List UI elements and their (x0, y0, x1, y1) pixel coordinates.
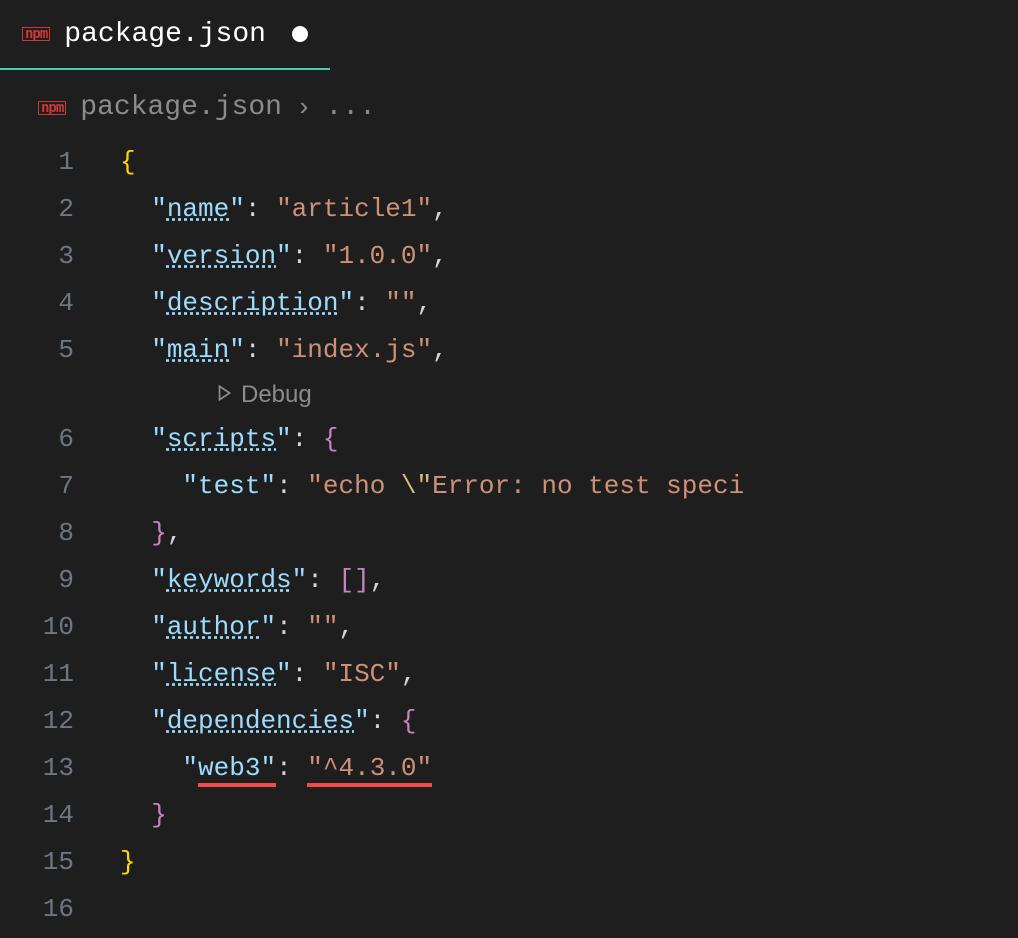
line-number: 6 (0, 416, 120, 463)
npm-icon: npm (22, 27, 50, 41)
line-number: 14 (0, 792, 120, 839)
line-number: 1 (0, 139, 120, 186)
line-number: 3 (0, 233, 120, 280)
codelens-debug-label: Debug (241, 381, 312, 409)
modified-indicator-icon (292, 26, 308, 42)
line-number: 8 (0, 510, 120, 557)
code-line[interactable]: 12 "dependencies": { (0, 698, 1018, 745)
code-line[interactable]: 7 "test": "echo \"Error: no test speci (0, 463, 1018, 510)
code-line[interactable]: 15} (0, 839, 1018, 886)
code-line[interactable]: 11 "license": "ISC", (0, 651, 1018, 698)
breadcrumb[interactable]: npm package.json › ... (0, 70, 1018, 133)
code-line[interactable]: 13 "web3": "^4.3.0" (0, 745, 1018, 792)
code-line[interactable]: 2 "name": "article1", (0, 186, 1018, 233)
line-number: 10 (0, 604, 120, 651)
line-number: 13 (0, 745, 120, 792)
code-line[interactable]: 6 "scripts": { (0, 416, 1018, 463)
code-line[interactable]: 3 "version": "1.0.0", (0, 233, 1018, 280)
npm-icon: npm (38, 101, 66, 115)
tab-package-json[interactable]: npm package.json (0, 0, 330, 70)
play-icon (215, 381, 233, 409)
code-line[interactable]: 8 }, (0, 510, 1018, 557)
line-number: 9 (0, 557, 120, 604)
code-editor[interactable]: 1{2 "name": "article1",3 "version": "1.0… (0, 133, 1018, 933)
line-number: 7 (0, 463, 120, 510)
line-number: 4 (0, 280, 120, 327)
breadcrumb-rest: ... (326, 92, 376, 123)
codelens-debug[interactable]: Debug (0, 374, 1018, 416)
code-line[interactable]: 5 "main": "index.js", (0, 327, 1018, 374)
code-line[interactable]: 9 "keywords": [], (0, 557, 1018, 604)
code-line[interactable]: 1{ (0, 139, 1018, 186)
code-line[interactable]: 16 (0, 886, 1018, 933)
code-line[interactable]: 10 "author": "", (0, 604, 1018, 651)
line-number: 11 (0, 651, 120, 698)
tab-filename: package.json (64, 19, 266, 50)
tab-bar: npm package.json (0, 0, 1018, 70)
code-line[interactable]: 14 } (0, 792, 1018, 839)
line-number: 5 (0, 327, 120, 374)
line-number: 15 (0, 839, 120, 886)
line-number: 12 (0, 698, 120, 745)
breadcrumb-filename: package.json (80, 92, 282, 123)
code-line[interactable]: 4 "description": "", (0, 280, 1018, 327)
line-number: 2 (0, 186, 120, 233)
chevron-right-icon: › (296, 93, 312, 123)
line-number: 16 (0, 886, 120, 933)
